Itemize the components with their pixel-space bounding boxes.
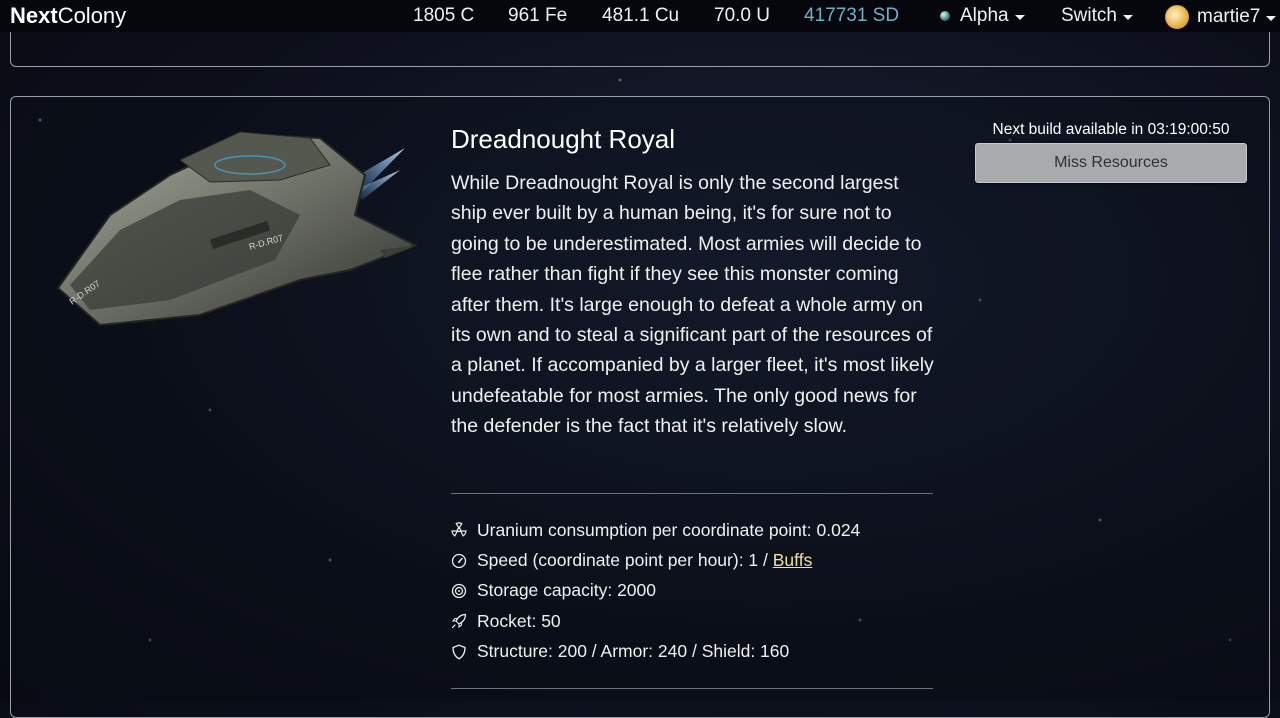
planet-icon: [940, 11, 950, 21]
avatar: [1165, 5, 1189, 29]
storage-icon: [451, 583, 467, 599]
stat-rocket-text: Rocket: 50: [477, 610, 561, 631]
shield-icon: [452, 644, 466, 660]
ship-title: Dreadnought Royal: [451, 124, 676, 154]
miss-resources-button[interactable]: Miss Resources: [975, 143, 1247, 183]
chevron-down-icon: [1122, 15, 1133, 20]
stat-storage: Storage capacity: 2000: [451, 576, 860, 606]
chevron-down-icon: [1014, 15, 1025, 20]
switch-dropdown[interactable]: Switch: [1061, 5, 1133, 27]
stat-rocket: Rocket: 50: [451, 606, 860, 636]
chevron-down-icon: [1266, 16, 1277, 21]
rocket-icon: [451, 614, 467, 629]
user-dropdown-label: martie7: [1197, 6, 1261, 27]
resource-uranium: 70.0 U: [714, 5, 770, 26]
stat-uranium-text: Uranium consumption per coordinate point…: [477, 519, 861, 540]
stat-speed-text: Speed (coordinate point per hour): 1 /: [477, 550, 773, 571]
buffs-link[interactable]: Buffs: [773, 550, 813, 571]
resource-coal: 1805 C: [413, 5, 475, 26]
resource-ore: 961 Fe: [508, 5, 568, 26]
resource-copper: 481.1 Cu: [602, 5, 680, 26]
stat-speed: Speed (coordinate point per hour): 1 / B…: [451, 545, 860, 575]
next-build-timer: Next build available in 03:19:00:50: [992, 121, 1230, 138]
switch-dropdown-label: Switch: [1061, 5, 1117, 26]
ship-image: R-D.R07 R-D.R07: [56, 131, 418, 327]
ship-stats-list: Uranium consumption per coordinate point…: [451, 515, 860, 667]
stat-defense: Structure: 200 / Armor: 240 / Shield: 16…: [451, 637, 860, 667]
stat-storage-text: Storage capacity: 2000: [477, 580, 657, 601]
top-navbar: NextColony 1805 C 961 Fe 481.1 Cu 70.0 U…: [0, 0, 1280, 32]
speedometer-icon: [451, 553, 467, 568]
brand-logo[interactable]: NextColony: [10, 3, 126, 29]
stat-defense-text: Structure: 200 / Armor: 240 / Shield: 16…: [477, 641, 790, 662]
ship-description: While Dreadnought Royal is only the seco…: [451, 172, 934, 438]
resource-sd: 417731 SD: [804, 5, 900, 26]
brand-name-bold: Next: [10, 3, 58, 28]
divider-bottom: [451, 688, 933, 689]
planet-dropdown[interactable]: Alpha: [940, 5, 1025, 27]
stat-uranium: Uranium consumption per coordinate point…: [451, 515, 860, 545]
divider-top: [451, 493, 933, 494]
planet-dropdown-label: Alpha: [960, 5, 1009, 26]
brand-name-rest: Colony: [57, 3, 127, 28]
radiation-icon: [451, 522, 467, 537]
user-dropdown[interactable]: martie7: [1165, 5, 1277, 29]
